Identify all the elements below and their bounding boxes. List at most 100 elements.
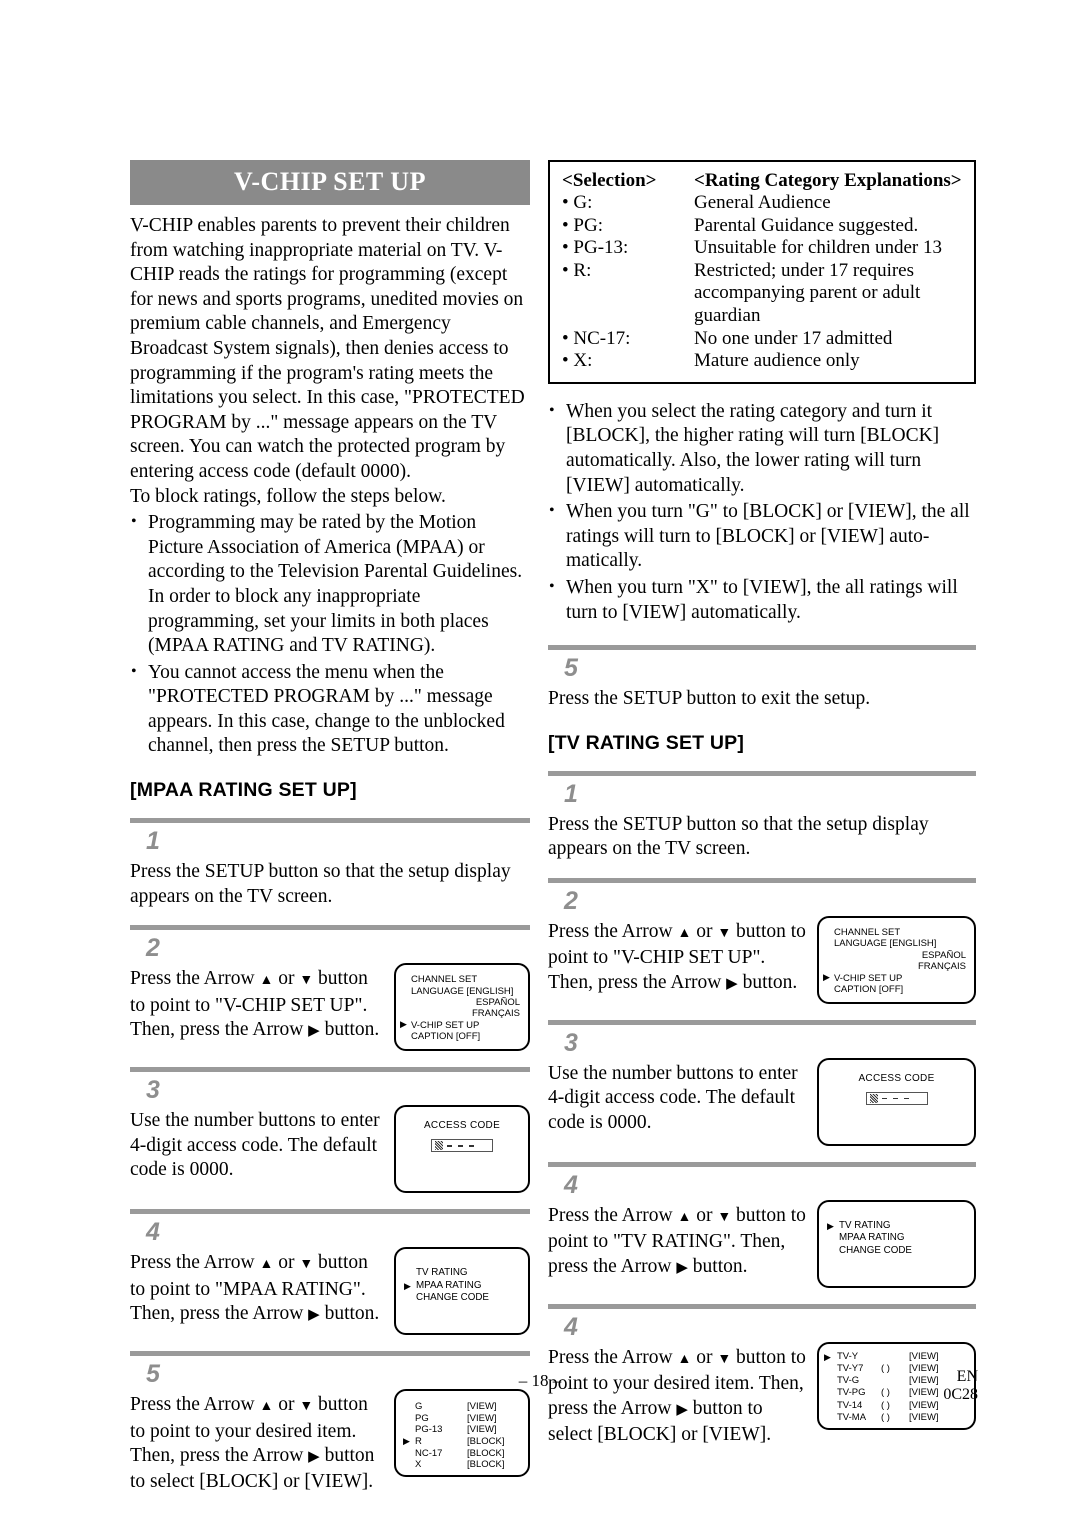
cursor-block-icon bbox=[435, 1141, 443, 1151]
osd-rating-row: X [BLOCK] bbox=[402, 1459, 523, 1471]
arrow-up-icon bbox=[259, 1394, 273, 1415]
osd-rating-label: TV-Y bbox=[837, 1350, 859, 1362]
osd-mpaa-ratings-screen: G [VIEW] PG [VIEW] PG-13 [VIEW] R [BLOCK] NC-17 [… bbox=[394, 1389, 530, 1478]
osd-line-caption: CAPTION [OFF] bbox=[834, 983, 904, 995]
step-number: 3 bbox=[146, 1076, 160, 1105]
osd-rating-value: [BLOCK] bbox=[467, 1459, 505, 1471]
rating-explanation: Parental Guidance suggested. bbox=[694, 214, 919, 236]
list-item: When you turn "G" to [BLOCK] or [VIEW], … bbox=[548, 499, 976, 574]
rating-selection: • PG-13: bbox=[562, 237, 629, 259]
mpaa-step-5-exit: 5 Press the SETUP button to exit the set… bbox=[548, 645, 976, 712]
osd-line-espanol: ESPAÑOL bbox=[921, 949, 966, 961]
osd-item-mpaa-rating: MPAA RATING bbox=[839, 1232, 905, 1244]
arrow-down-icon bbox=[717, 1347, 731, 1368]
osd-setup-menu-screen: CHANNEL SET LANGUAGE [ENGLISH] ESPAÑOL F… bbox=[817, 915, 976, 1004]
step-number: 1 bbox=[564, 779, 578, 808]
step-text: Press the Arrow or button to point to yo… bbox=[548, 1342, 809, 1447]
osd-line-espanol: ESPAÑOL bbox=[475, 997, 520, 1009]
arrow-up-icon bbox=[677, 1205, 691, 1226]
rating-category-table: <Selection> <Rating Category Explanation… bbox=[548, 160, 976, 384]
osd-rating-row: G [VIEW] bbox=[402, 1401, 523, 1413]
footer-codes: EN 0C28 bbox=[943, 1368, 978, 1404]
arrow-up-icon bbox=[259, 1252, 273, 1273]
list-item: Programming may be rated by the Motion P… bbox=[130, 510, 530, 659]
step-text: Press the Arrow or button to point to yo… bbox=[130, 1389, 386, 1494]
table-row: • G: General Audience bbox=[562, 192, 964, 215]
step-text: Press the SETUP button to exit the setup… bbox=[548, 688, 871, 710]
tv-step-3: 3 Use the number buttons to enter 4-digi… bbox=[548, 1019, 976, 1162]
step-text: Use the number buttons to enter 4-digit … bbox=[130, 1110, 380, 1181]
access-code-field bbox=[431, 1139, 493, 1153]
osd-line-language: LANGUAGE [ENGLISH] bbox=[834, 938, 937, 950]
osd-access-code-title: ACCESS CODE bbox=[423, 1120, 501, 1132]
step-number: 4 bbox=[146, 1218, 160, 1247]
table-header-row: <Selection> <Rating Category Explanation… bbox=[562, 169, 964, 192]
step-number: 2 bbox=[564, 886, 578, 915]
osd-rating-label: TV-14 bbox=[837, 1399, 863, 1411]
osd-access-code-screen: ACCESS CODE bbox=[394, 1105, 530, 1194]
osd-rating-row: R [BLOCK] bbox=[402, 1436, 523, 1448]
osd-line-vchip-set-up: V-CHIP SET UP bbox=[823, 972, 968, 984]
arrow-right-icon bbox=[308, 1303, 320, 1324]
step-number: 3 bbox=[564, 1028, 578, 1057]
rating-explanation-continued: accompanying parent or adult bbox=[694, 282, 921, 304]
header-explanation: <Rating Category Explanations> bbox=[694, 170, 962, 191]
code-dash bbox=[447, 1145, 452, 1147]
osd-rating-value: [VIEW] bbox=[467, 1401, 497, 1413]
osd-line-channel-set: CHANNEL SET bbox=[411, 974, 478, 986]
osd-rating-label: PG bbox=[415, 1412, 429, 1424]
code-dash bbox=[903, 1097, 909, 1100]
osd-line-francais: FRANÇAIS bbox=[471, 1008, 520, 1020]
osd-line-vchip-set-up: V-CHIP SET UP bbox=[400, 1019, 522, 1031]
osd-rating-row: NC-17 [BLOCK] bbox=[402, 1448, 523, 1460]
osd-item-tv-rating: TV RATING bbox=[827, 1220, 969, 1233]
osd-rating-row: TV-Y [VIEW] bbox=[824, 1351, 970, 1363]
osd-rating-paren: ( ) bbox=[881, 1411, 890, 1423]
table-row: • X: Mature audience only bbox=[562, 350, 964, 373]
tv-section-heading: [TV RATING SET UP] bbox=[548, 731, 745, 754]
step-text: Press the Arrow or button to point to "V… bbox=[130, 963, 386, 1044]
right-column: <Selection> <Rating Category Explanation… bbox=[548, 160, 976, 1447]
osd-rating-label: G bbox=[415, 1401, 423, 1413]
step-text: Press the Arrow or button to point to "V… bbox=[548, 916, 809, 997]
osd-item-change-code: CHANGE CODE bbox=[839, 1244, 912, 1256]
rating-notes-list: When you select the rating category and … bbox=[548, 399, 976, 625]
osd-item-mpaa-rating: MPAA RATING bbox=[404, 1280, 523, 1293]
mpaa-step-2: 2 Press the Arrow or button to point to … bbox=[130, 925, 530, 1067]
step-number: 4 bbox=[564, 1312, 578, 1341]
osd-line-caption: CAPTION [OFF] bbox=[411, 1031, 481, 1043]
step-text: Press the SETUP button so that the setup… bbox=[130, 861, 511, 907]
osd-rating-value: [VIEW] bbox=[467, 1424, 497, 1436]
rating-selection: • NC-17: bbox=[562, 327, 631, 349]
tv-step-1: 1 Press the SETUP button so that the set… bbox=[548, 770, 976, 878]
rating-explanation: General Audience bbox=[694, 192, 831, 213]
arrow-down-icon bbox=[299, 968, 313, 989]
osd-item-change-code: CHANGE CODE bbox=[416, 1292, 489, 1304]
osd-rating-menu-screen: TV RATING MPAA RATING CHANGE CODE bbox=[817, 1199, 976, 1288]
arrow-up-icon bbox=[259, 968, 273, 989]
footer-language-code: EN bbox=[956, 1368, 978, 1385]
osd-setup-menu-screen: CHANNEL SET LANGUAGE [ENGLISH] ESPAÑOL F… bbox=[394, 963, 530, 1052]
intro-paragraph: V-CHIP enables parents to prevent their … bbox=[130, 215, 525, 482]
osd-line-language: LANGUAGE [ENGLISH] bbox=[411, 985, 514, 997]
step-text: Press the Arrow or button to point to "T… bbox=[548, 1200, 809, 1281]
list-item: You cannot access the menu when the "PRO… bbox=[130, 660, 530, 759]
osd-rating-value: [VIEW] bbox=[909, 1399, 939, 1411]
rating-selection: • X: bbox=[562, 350, 593, 372]
osd-rating-label: TV-MA bbox=[837, 1411, 867, 1423]
osd-line-channel-set: CHANNEL SET bbox=[834, 926, 901, 938]
footer-doc-code: 0C28 bbox=[943, 1386, 978, 1403]
mpaa-step-3: 3 Use the number buttons to enter 4-digi… bbox=[130, 1067, 530, 1209]
arrow-right-icon bbox=[676, 1398, 688, 1419]
step-number: 1 bbox=[146, 827, 160, 856]
osd-rating-label: NC-17 bbox=[415, 1447, 443, 1459]
osd-rating-value: [BLOCK] bbox=[467, 1436, 505, 1448]
arrow-down-icon bbox=[717, 921, 731, 942]
step-number: 2 bbox=[146, 934, 160, 963]
rating-explanation: Unsuitable for children under 13 bbox=[694, 237, 942, 259]
cursor-block-icon bbox=[869, 1093, 878, 1103]
table-row: • PG-13: Unsuitable for children under 13 bbox=[562, 237, 964, 260]
osd-rating-value: [VIEW] bbox=[909, 1350, 939, 1362]
osd-rating-row: PG [VIEW] bbox=[402, 1413, 523, 1425]
rating-selection: • PG: bbox=[562, 214, 603, 236]
